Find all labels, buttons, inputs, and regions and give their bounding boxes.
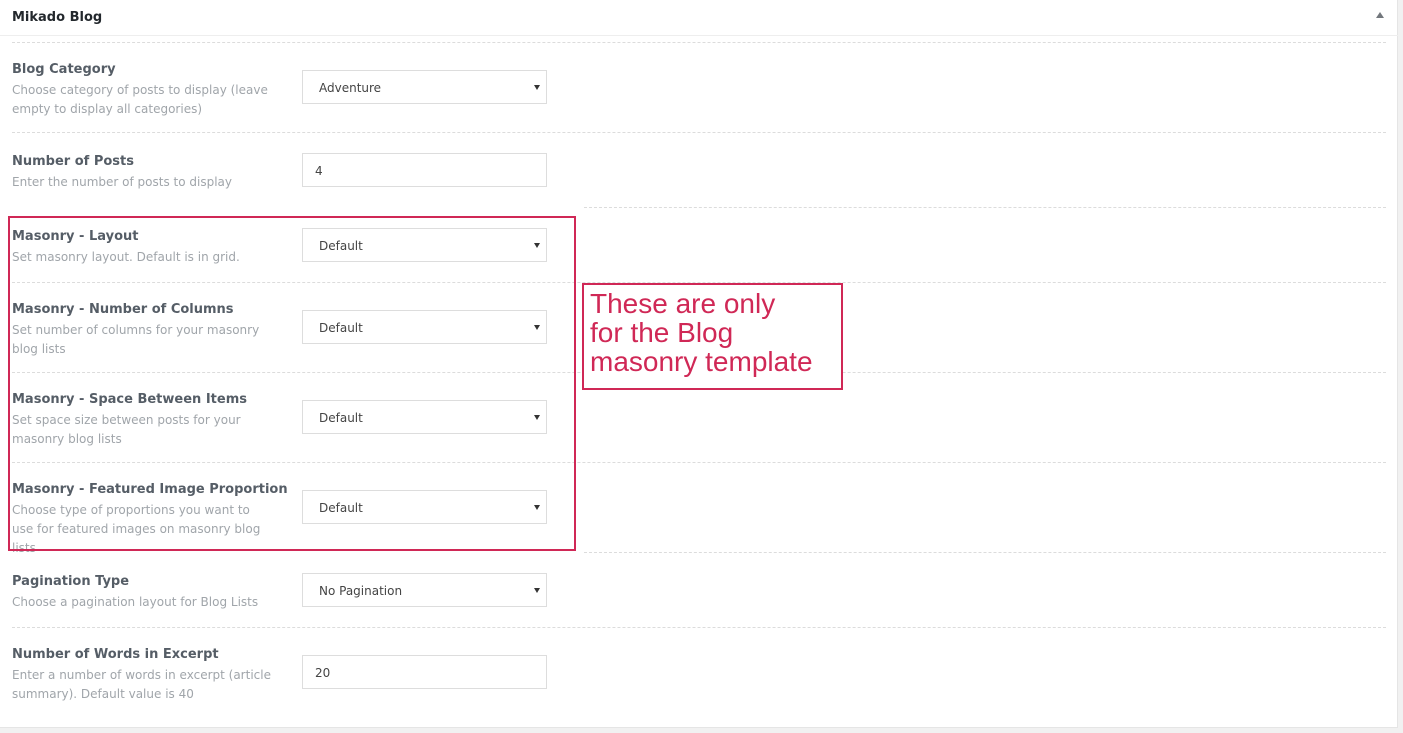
- field-masonry-image-proportion: Masonry - Featured Image Proportion Choo…: [12, 482, 292, 558]
- blog-category-select[interactable]: Adventure: [302, 70, 547, 104]
- masonry-space-select[interactable]: Default: [302, 400, 547, 434]
- field-label: Blog Category: [12, 62, 116, 77]
- masonry-columns-select[interactable]: Default: [302, 310, 547, 344]
- select-value: No Pagination: [319, 584, 403, 598]
- pagination-type-select[interactable]: No Pagination: [302, 573, 547, 607]
- field-masonry-space: Masonry - Space Between Items Set space …: [12, 392, 292, 449]
- input-value: 4: [315, 164, 323, 178]
- masonry-image-proportion-select[interactable]: Default: [302, 490, 547, 524]
- excerpt-words-input[interactable]: 20: [302, 655, 547, 689]
- field-label: Masonry - Number of Columns: [12, 302, 234, 317]
- field-label: Masonry - Space Between Items: [12, 392, 247, 407]
- field-label: Number of Words in Excerpt: [12, 647, 219, 662]
- dropdown-arrow-icon: [534, 415, 540, 420]
- divider: [12, 132, 1386, 133]
- field-pagination-type: Pagination Type Choose a pagination layo…: [12, 574, 292, 612]
- annotation-text: These are only for the Blog masonry temp…: [590, 288, 813, 377]
- dropdown-arrow-icon: [534, 325, 540, 330]
- field-label: Masonry - Featured Image Proportion: [12, 482, 288, 497]
- collapse-arrow-icon[interactable]: [1376, 12, 1384, 18]
- divider: [584, 207, 1386, 208]
- annotation-note: These are only for the Blog masonry temp…: [582, 283, 843, 390]
- dropdown-arrow-icon: [534, 505, 540, 510]
- field-label: Pagination Type: [12, 574, 130, 589]
- field-description: Set number of columns for your masonry b…: [12, 323, 260, 356]
- dropdown-arrow-icon: [534, 588, 540, 593]
- divider: [12, 627, 1386, 628]
- select-value: Default: [319, 411, 363, 425]
- field-description: Enter a number of words in excerpt (arti…: [12, 668, 271, 701]
- field-description: Set masonry layout. Default is in grid.: [12, 250, 240, 264]
- number-of-posts-input[interactable]: 4: [302, 153, 547, 187]
- select-value: Default: [319, 321, 363, 335]
- panel-title: Mikado Blog: [12, 10, 103, 25]
- field-description: Set space size between posts for your ma…: [12, 413, 241, 446]
- field-label: Masonry - Layout: [12, 229, 139, 244]
- divider: [584, 552, 1386, 553]
- field-description: Choose type of proportions you want to u…: [12, 503, 261, 555]
- select-value: Default: [319, 239, 363, 253]
- field-masonry-columns: Masonry - Number of Columns Set number o…: [12, 302, 292, 359]
- divider: [12, 42, 1386, 43]
- dropdown-arrow-icon: [534, 243, 540, 248]
- dropdown-arrow-icon: [534, 85, 540, 90]
- field-description: Enter the number of posts to display: [12, 175, 233, 189]
- field-number-of-posts: Number of Posts Enter the number of post…: [12, 154, 292, 192]
- field-masonry-layout: Masonry - Layout Set masonry layout. Def…: [12, 229, 292, 267]
- masonry-layout-select[interactable]: Default: [302, 228, 547, 262]
- field-excerpt-words: Number of Words in Excerpt Enter a numbe…: [12, 647, 292, 704]
- field-description: Choose category of posts to display (lea…: [12, 83, 268, 116]
- divider: [12, 462, 1386, 463]
- field-blog-category: Blog Category Choose category of posts t…: [12, 62, 292, 119]
- field-description: Choose a pagination layout for Blog List…: [12, 595, 259, 609]
- input-value: 20: [315, 666, 331, 680]
- select-value: Default: [319, 501, 363, 515]
- panel-header[interactable]: Mikado Blog: [0, 0, 1398, 36]
- field-label: Number of Posts: [12, 154, 135, 169]
- select-value: Adventure: [319, 81, 382, 95]
